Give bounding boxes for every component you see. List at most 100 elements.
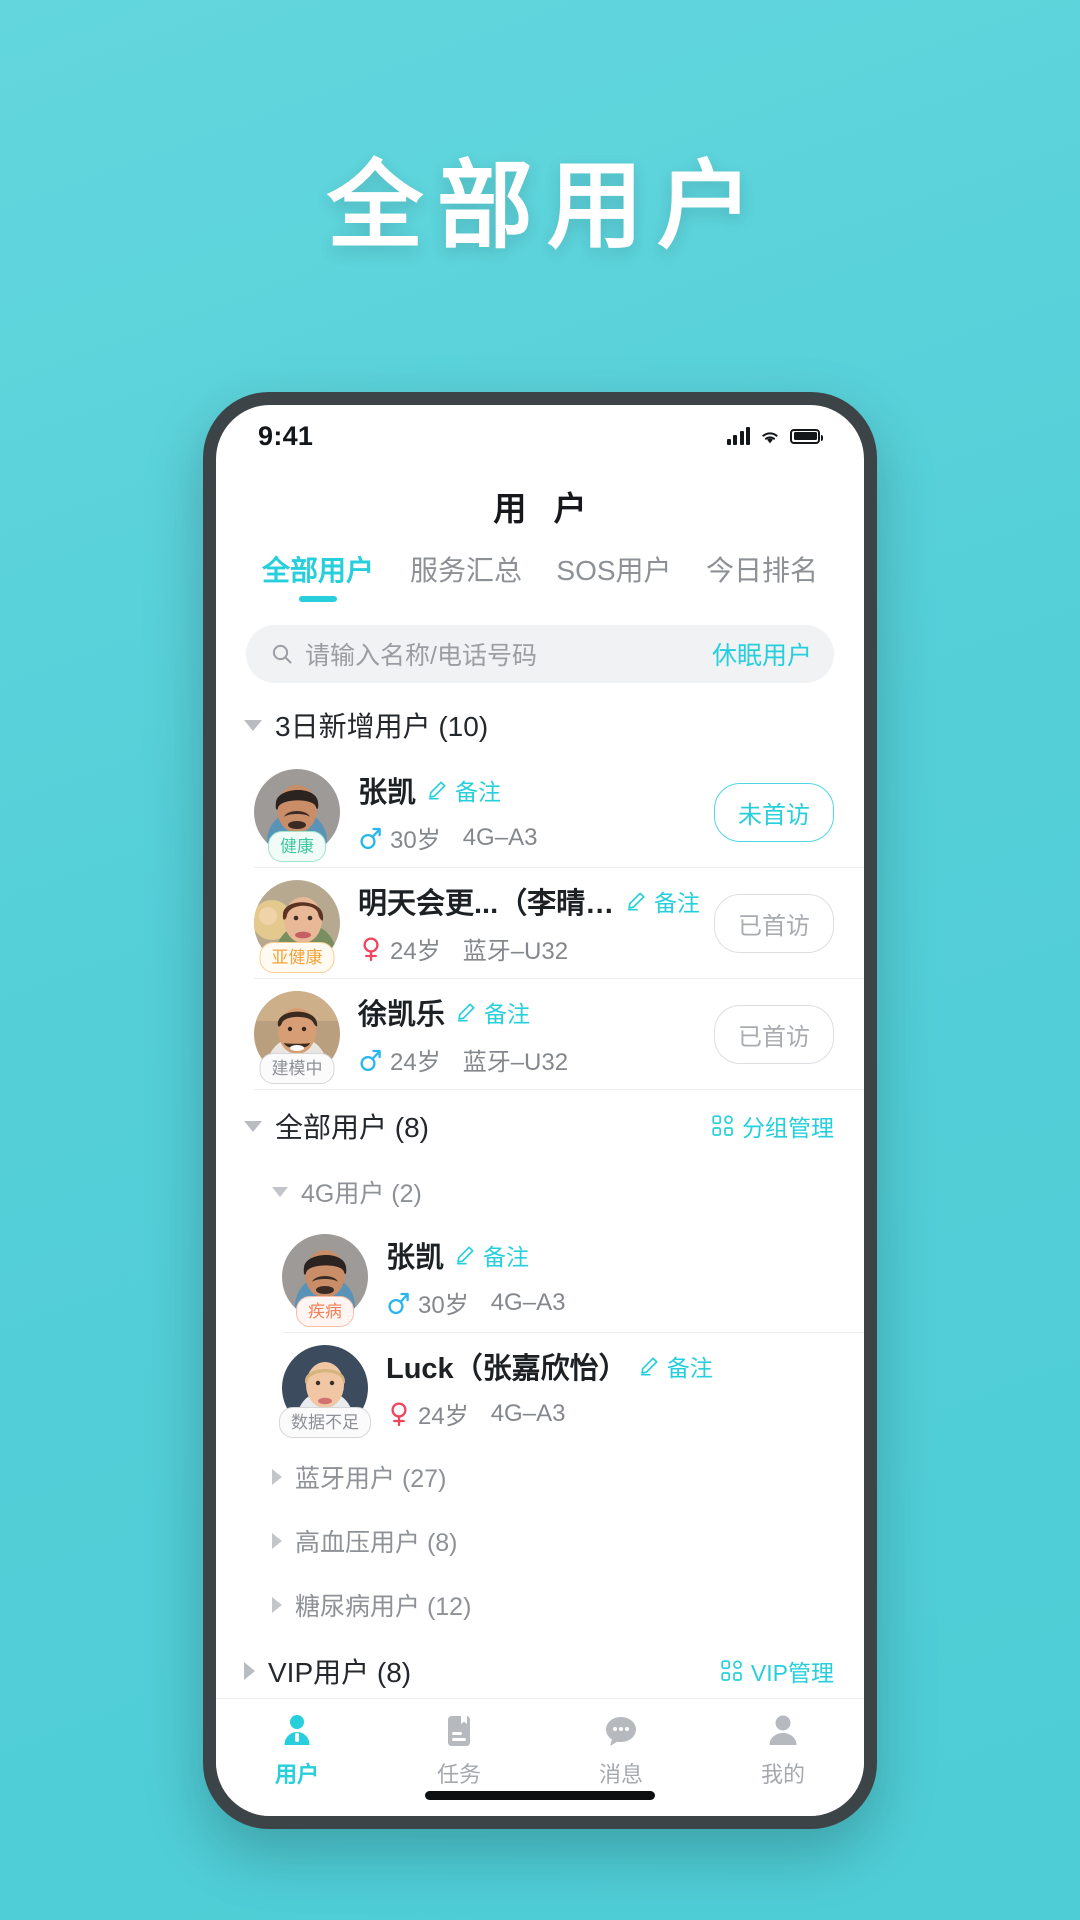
tabbar-item-users[interactable]: 用户: [216, 1712, 378, 1789]
subgroup-title: 高血压用户 (8): [295, 1529, 458, 1557]
edit-note-button[interactable]: 备注: [454, 1238, 529, 1272]
user-info: 张凯 备注 30岁 4G–A3: [386, 1234, 834, 1320]
subgroup-title: 糖尿病用户 (12): [295, 1593, 472, 1621]
gender-male-icon: [386, 1290, 410, 1316]
user-meta-line: 24岁 蓝牙–U32: [358, 1042, 700, 1077]
tabbar-label: 用户: [274, 1762, 319, 1787]
subgroup-header-4g[interactable]: 4G用户 (2): [216, 1158, 864, 1222]
user-age: 24岁: [390, 938, 441, 965]
page-title: 用 户: [493, 490, 596, 527]
chevron-right-icon: [272, 1469, 282, 1485]
tab-active-underline: [299, 596, 337, 602]
dormant-users-button[interactable]: 休眠用户: [712, 636, 812, 672]
edit-note-button[interactable]: 备注: [455, 995, 530, 1029]
user-row[interactable]: 疾病 张凯 备注 30岁 4G–A3: [282, 1222, 864, 1333]
note-label: 备注: [483, 1244, 530, 1270]
user-row[interactable]: 建模中 徐凯乐 备注 24岁 蓝牙–U32 已首访: [254, 979, 864, 1090]
user-name-line: Luck（张嘉欣怡） 备注: [386, 1345, 834, 1387]
edit-note-button[interactable]: 备注: [625, 884, 700, 918]
visit-status-badge[interactable]: 已首访: [714, 893, 834, 953]
tab-label: 全部用户: [261, 555, 374, 586]
user-device: 蓝牙–U32: [462, 938, 569, 965]
home-indicator: [425, 1791, 655, 1800]
section-header-new-3day[interactable]: 3日新增用户 (10): [216, 689, 864, 757]
visit-status-badge[interactable]: 未首访: [714, 782, 834, 842]
search-input[interactable]: 请输入名称/电话号码: [305, 636, 712, 672]
tabbar-item-tasks[interactable]: 任务: [378, 1712, 540, 1789]
user-device: 4G–A3: [490, 1288, 566, 1316]
profile-icon: [764, 1712, 802, 1750]
status-badge: 建模中: [259, 1053, 335, 1084]
avatar-wrap: 建模中: [254, 991, 340, 1084]
pencil-icon: [638, 1355, 660, 1377]
status-bar: 9:41: [216, 405, 864, 467]
phone-screen: 9:41 用 户 全部用户 服务汇总 SOS用户 今日排名 请输入名称/电话号码…: [216, 405, 864, 1816]
user-row[interactable]: 亚健康 明天会更...（李晴欣） 备注 24岁 蓝牙–U32 已首访: [254, 868, 864, 979]
grid-manage-icon: [721, 1660, 743, 1682]
task-icon: [440, 1712, 478, 1750]
subgroup-header-hypertension[interactable]: 高血压用户 (8): [216, 1507, 864, 1571]
visit-status-badge[interactable]: 已首访: [714, 1004, 834, 1064]
grid-manage-icon: [712, 1115, 734, 1137]
hero-banner: 全部用户: [0, 128, 1080, 267]
tab-label: 今日排名: [705, 555, 818, 586]
note-label: 备注: [666, 1355, 713, 1381]
section-title: 3日新增用户 (10): [275, 711, 489, 742]
section-header-vip-users[interactable]: VIP用户 (8) VIP管理: [216, 1635, 864, 1698]
user-list[interactable]: 3日新增用户 (10) 健康 张凯 备注 30岁 4G–A3 未首访 亚健康 明…: [216, 689, 864, 1698]
user-meta-line: 24岁 蓝牙–U32: [358, 931, 700, 966]
status-indicators: [726, 427, 823, 445]
search-icon: [270, 642, 294, 666]
edit-note-button[interactable]: 备注: [638, 1349, 713, 1383]
subgroup-title: 4G用户 (2): [301, 1180, 422, 1208]
user-device: 蓝牙–U32: [462, 1049, 569, 1076]
user-name: 张凯: [386, 1242, 445, 1274]
user-info: 明天会更...（李晴欣） 备注 24岁 蓝牙–U32: [358, 880, 700, 966]
hero-title: 全部用户: [327, 150, 767, 262]
edit-note-button[interactable]: 备注: [426, 773, 501, 807]
chevron-right-icon: [272, 1597, 282, 1613]
tab-label: 服务汇总: [409, 555, 522, 586]
tab-strip: 全部用户 服务汇总 SOS用户 今日排名: [216, 545, 864, 617]
nav-bar: 用 户: [216, 467, 864, 545]
pencil-icon: [625, 890, 647, 912]
user-info: Luck（张嘉欣怡） 备注 24岁 4G–A3: [386, 1345, 834, 1431]
search-box[interactable]: 请输入名称/电话号码 休眠用户: [246, 625, 834, 683]
tab-service-summary[interactable]: 服务汇总: [392, 545, 540, 589]
user-row[interactable]: 健康 张凯 备注 30岁 4G–A3 未首访: [254, 757, 864, 868]
user-age: 30岁: [390, 827, 441, 854]
status-badge: 数据不足: [279, 1407, 371, 1438]
section-title: VIP用户 (8): [268, 1657, 412, 1688]
user-name-line: 张凯 备注: [386, 1234, 834, 1276]
tab-today-ranking[interactable]: 今日排名: [688, 545, 836, 589]
chevron-down-icon: [272, 1187, 288, 1197]
user-info: 张凯 备注 30岁 4G–A3: [358, 769, 700, 855]
user-row[interactable]: 数据不足 Luck（张嘉欣怡） 备注 24岁 4G–A3: [279, 1333, 864, 1443]
subgroup-header-bluetooth[interactable]: 蓝牙用户 (27): [216, 1443, 864, 1507]
tabbar-label: 任务: [436, 1762, 481, 1787]
tabbar-label: 我的: [760, 1762, 805, 1787]
section-header-all-users[interactable]: 全部用户 (8) 分组管理: [216, 1090, 864, 1158]
tab-sos-users[interactable]: SOS用户: [540, 545, 688, 589]
user-name-line: 明天会更...（李晴欣） 备注: [358, 880, 700, 922]
pencil-icon: [454, 1244, 476, 1266]
group-manage-label: 分组管理: [742, 1115, 834, 1141]
avatar-wrap: 数据不足: [279, 1345, 371, 1438]
tabbar-item-messages[interactable]: 消息: [540, 1712, 702, 1789]
gender-male-icon: [358, 1047, 382, 1073]
pencil-icon: [455, 1001, 477, 1023]
tab-all-users[interactable]: 全部用户: [244, 545, 392, 602]
wifi-icon: [759, 428, 781, 445]
user-age: 24岁: [390, 1049, 441, 1076]
subgroup-header-diabetes[interactable]: 糖尿病用户 (12): [216, 1571, 864, 1635]
tabbar-item-profile[interactable]: 我的: [702, 1712, 864, 1789]
battery-full-icon: [790, 428, 823, 444]
gender-female-icon: [358, 936, 382, 962]
user-device: 4G–A3: [490, 1399, 566, 1427]
user-age: 30岁: [418, 1292, 469, 1319]
group-manage-button[interactable]: 分组管理: [712, 1109, 834, 1143]
user-info: 徐凯乐 备注 24岁 蓝牙–U32: [358, 991, 700, 1077]
user-meta-line: 24岁 4G–A3: [386, 1396, 834, 1431]
vip-manage-button[interactable]: VIP管理: [721, 1654, 834, 1688]
status-badge: 健康: [268, 831, 326, 862]
